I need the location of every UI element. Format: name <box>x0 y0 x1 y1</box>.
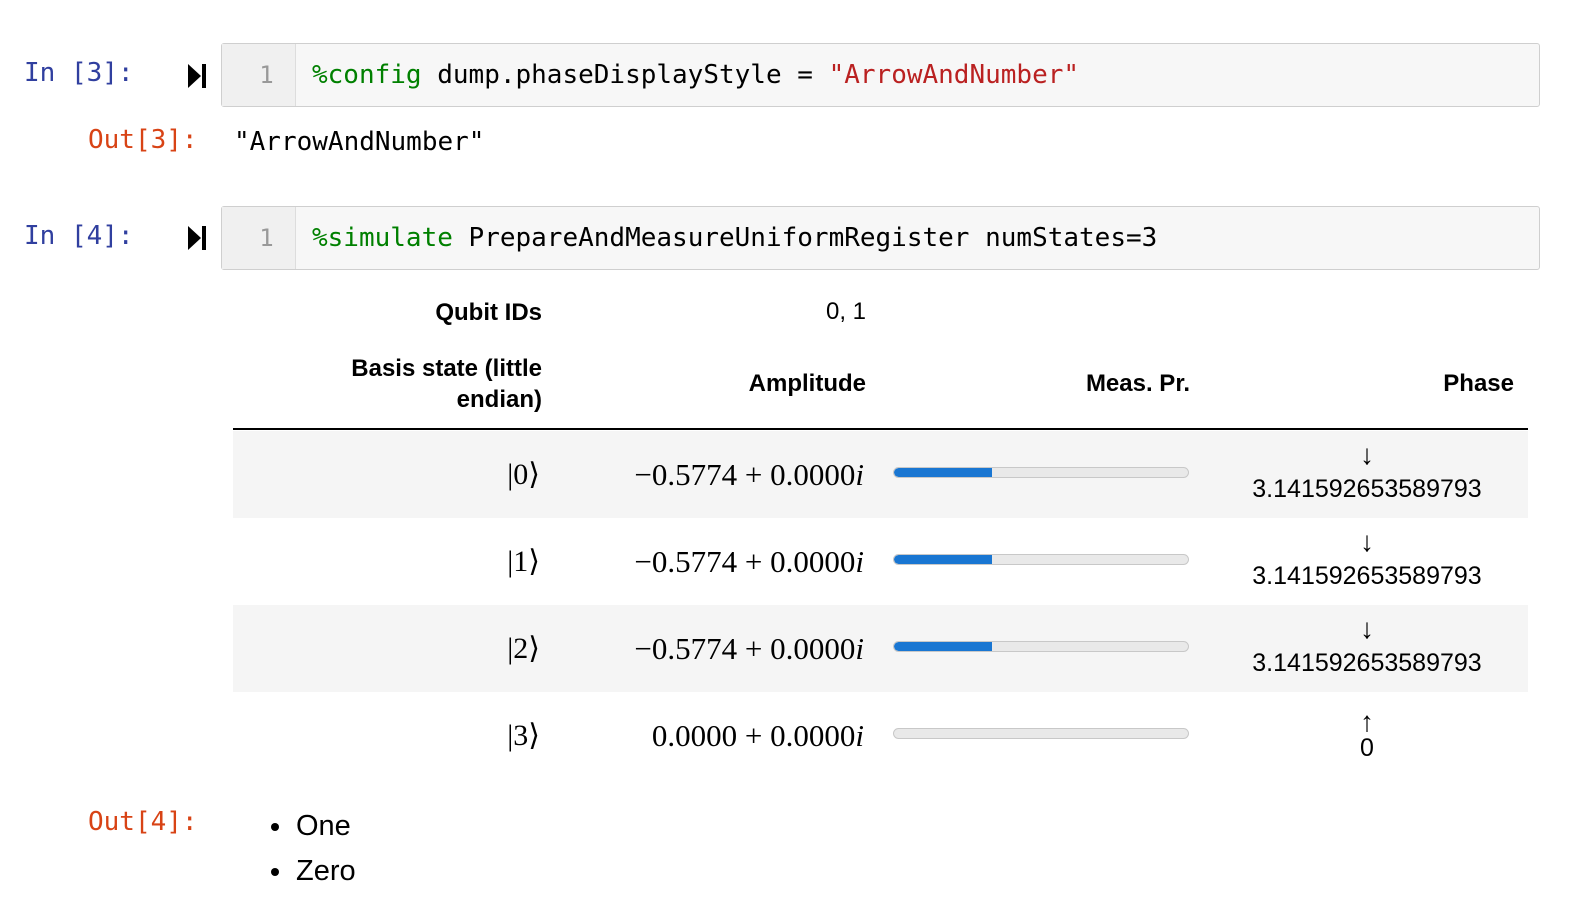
table-row: |0⟩ −0.5774 + 0.0000i ↓ 3.141592653589793 <box>233 431 1528 518</box>
code-text: dump.phaseDisplayStyle = <box>421 60 829 90</box>
table-row: |1⟩ −0.5774 + 0.0000i ↓ 3.141592653589793 <box>233 518 1528 605</box>
basis-state: |1⟩ <box>507 545 540 578</box>
line-number: 1 <box>222 44 296 106</box>
in-prompt-4: In [4]: <box>24 221 134 251</box>
list-item: Zero <box>294 849 356 894</box>
phase-value: 0 <box>1360 734 1374 762</box>
code-cell-4[interactable]: 1 %simulate PrepareAndMeasureUniformRegi… <box>221 206 1540 270</box>
header-rule <box>233 428 1528 430</box>
code-string: "ArrowAndNumber" <box>828 60 1080 90</box>
probability-bar <box>893 641 1189 652</box>
arrow-down-icon: ↓ <box>1360 439 1374 470</box>
phase-value: 3.141592653589793 <box>1252 649 1482 677</box>
qubit-ids-value: 0, 1 <box>825 298 866 325</box>
probability-bar <box>893 467 1189 478</box>
code-magic: %simulate <box>312 223 453 253</box>
run-cell-icon[interactable] <box>186 224 208 252</box>
line-number: 1 <box>222 207 296 269</box>
basis-state: |3⟩ <box>507 719 540 752</box>
arrow-down-icon: ↓ <box>1360 526 1374 557</box>
list-item: One <box>294 804 356 849</box>
probability-bar <box>893 728 1189 739</box>
code-cell-3[interactable]: 1 %config dump.phaseDisplayStyle = "Arro… <box>221 43 1540 107</box>
out-prompt-3: Out[3]: <box>88 125 198 155</box>
basis-state: |0⟩ <box>507 458 540 491</box>
probability-bar-fill <box>894 468 992 477</box>
table-row: |3⟩ 0.0000 + 0.0000i ↑ 0 <box>233 692 1528 779</box>
amplitude-value: 0.0000 + 0.0000i <box>651 718 864 753</box>
header-amplitude: Amplitude <box>748 370 866 397</box>
code-text: PrepareAndMeasureUniformRegister numStat… <box>452 223 1158 253</box>
cell-output-text: "ArrowAndNumber" <box>234 127 485 157</box>
run-cell-icon[interactable] <box>186 62 208 90</box>
arrow-down-icon: ↓ <box>1360 613 1374 644</box>
phase-cell: ↓ 3.141592653589793 <box>1233 518 1501 605</box>
arrow-up-icon: ↑ <box>1360 706 1374 737</box>
probability-bar-fill <box>894 555 992 564</box>
code-editor[interactable]: %simulate PrepareAndMeasureUniformRegist… <box>312 207 1157 269</box>
phase-cell: ↓ 3.141592653589793 <box>1233 605 1501 692</box>
amplitude-value: −0.5774 + 0.0000i <box>634 631 864 666</box>
phase-cell: ↓ 3.141592653589793 <box>1233 431 1501 518</box>
phase-cell: ↑ 0 <box>1233 692 1501 779</box>
basis-state: |2⟩ <box>507 632 540 665</box>
amplitude-value: −0.5774 + 0.0000i <box>634 544 864 579</box>
result-list: One Zero <box>258 804 356 894</box>
code-magic: %config <box>312 60 422 90</box>
qubit-ids-label: Qubit IDs <box>435 299 542 326</box>
phase-value: 3.141592653589793 <box>1252 475 1482 503</box>
probability-bar <box>893 554 1189 565</box>
header-phase: Phase <box>1443 370 1514 397</box>
table-row: |2⟩ −0.5774 + 0.0000i ↓ 3.141592653589793 <box>233 605 1528 692</box>
out-prompt-4: Out[4]: <box>88 807 198 837</box>
phase-value: 3.141592653589793 <box>1252 562 1482 590</box>
probability-bar-fill <box>894 642 992 651</box>
code-editor[interactable]: %config dump.phaseDisplayStyle = "ArrowA… <box>312 44 1079 106</box>
in-prompt-3: In [3]: <box>24 58 134 88</box>
header-basis-state: Basis state (little endian) <box>351 355 542 413</box>
header-meas-pr: Meas. Pr. <box>1085 370 1190 397</box>
amplitude-value: −0.5774 + 0.0000i <box>634 457 864 492</box>
